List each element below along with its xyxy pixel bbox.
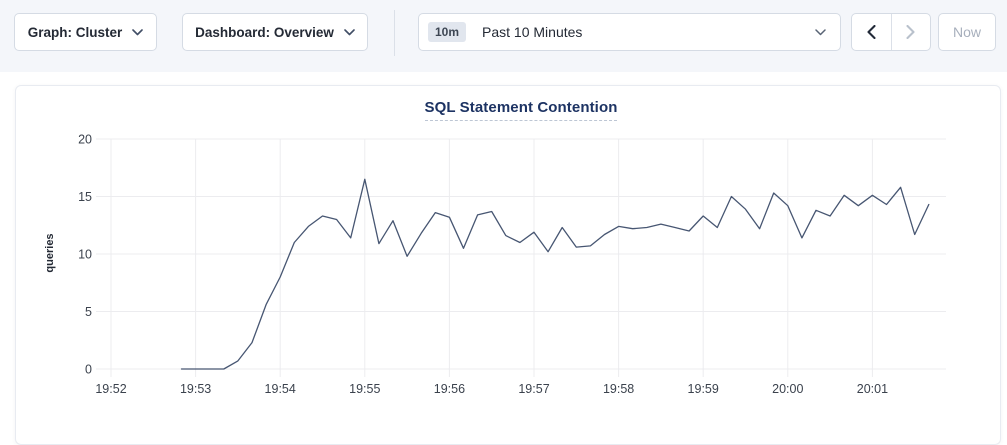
toolbar-divider [394, 10, 395, 56]
line-chart[interactable]: 0 5 10 15 20 19:52 19:53 19:54 19:55 19:56 19:57 19… [16, 86, 1000, 444]
chart-card: SQL Statement Contention 0510152019:5219… [15, 85, 1001, 445]
now-button[interactable]: Now [938, 13, 996, 51]
y-tick-label: 20 [78, 133, 92, 147]
x-tick-label: 20:00 [772, 382, 803, 396]
graph-dropdown-label: Graph: Cluster [28, 25, 123, 40]
series-line-queries [182, 179, 929, 369]
y-tick-label: 10 [78, 248, 92, 262]
x-tick-label: 19:53 [180, 382, 211, 396]
dashboard-dropdown-label: Dashboard: Overview [195, 25, 334, 40]
time-range-selector[interactable]: 10m Past 10 Minutes [418, 13, 841, 51]
time-forward-button[interactable] [892, 14, 931, 50]
metrics-toolbar: Graph: Cluster Dashboard: Overview 10m P… [0, 0, 1007, 72]
time-range-badge: 10m [428, 22, 466, 42]
y-tick-label: 15 [78, 190, 92, 204]
x-tick-label: 19:59 [688, 382, 719, 396]
graph-dropdown[interactable]: Graph: Cluster [14, 13, 157, 51]
y-tick-label: 5 [85, 305, 92, 319]
time-back-button[interactable] [852, 14, 891, 50]
x-tick-label: 19:58 [603, 382, 634, 396]
x-tick-label: 19:57 [518, 382, 549, 396]
x-tick-label: 19:52 [95, 382, 126, 396]
time-range-label: Past 10 Minutes [482, 24, 582, 40]
x-tick-label: 19:54 [265, 382, 296, 396]
chevron-down-icon [132, 29, 143, 36]
chevron-left-icon [867, 25, 876, 39]
y-tick-label: 0 [85, 363, 92, 377]
chevron-down-icon [344, 29, 355, 36]
x-tick-label: 19:55 [349, 382, 380, 396]
chevron-down-icon [815, 29, 826, 36]
dashboard-dropdown[interactable]: Dashboard: Overview [182, 13, 368, 51]
x-tick-label: 19:56 [434, 382, 465, 396]
chevron-right-icon [906, 25, 915, 39]
x-tick-label: 20:01 [857, 382, 888, 396]
y-axis-label: queries [44, 221, 56, 285]
time-nav-group [851, 13, 931, 51]
